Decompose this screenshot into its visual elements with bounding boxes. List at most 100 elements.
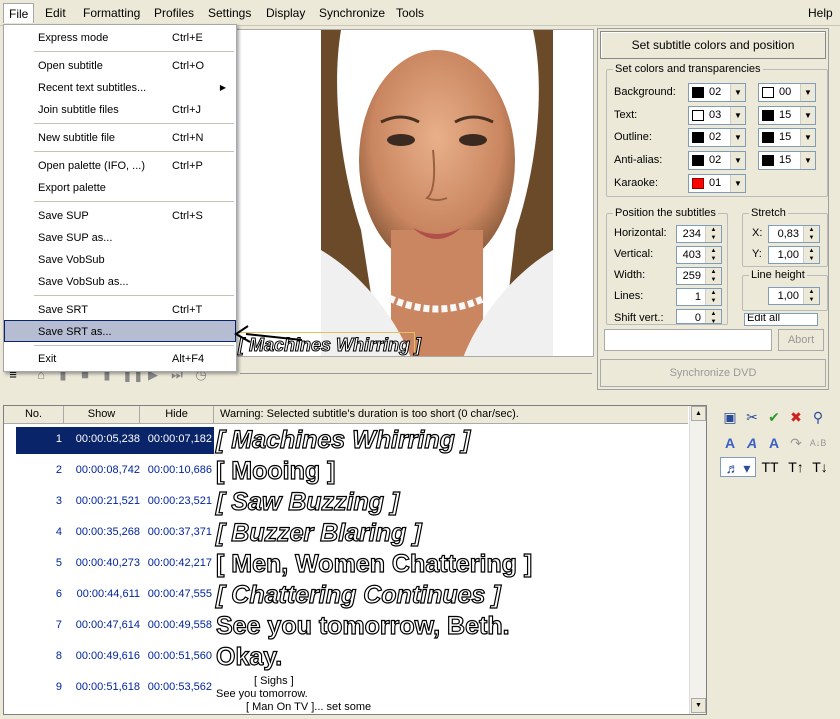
menu-save-sup-as[interactable]: Save SUP as... <box>4 227 236 249</box>
horizontal-spinner[interactable]: 234 ▲ ▼ <box>676 225 722 243</box>
text-transparency-combo[interactable]: 15 ▼ <box>758 106 816 125</box>
menu-item-label: Save SUP <box>38 210 89 222</box>
menu-open-subtitle[interactable]: Open subtitle Ctrl+O <box>4 55 236 77</box>
menu-formatting[interactable]: Formatting <box>78 3 145 23</box>
text-color-combo[interactable]: 03 ▼ <box>688 106 746 125</box>
menu-synchronize[interactable]: Synchronize <box>314 3 390 23</box>
stretch-x-spinner[interactable]: 0,83 ▲ ▼ <box>768 225 820 243</box>
search-icon[interactable]: ⚲ <box>808 407 828 427</box>
redo-icon[interactable]: ↷ <box>786 433 806 453</box>
text-style-a-icon[interactable]: A <box>720 433 740 453</box>
text-size-icon[interactable]: TT <box>760 457 780 477</box>
outline-transparency-combo[interactable]: 15 ▼ <box>758 128 816 147</box>
menu-open-palette[interactable]: Open palette (IFO, ...) Ctrl+P <box>4 155 236 177</box>
spinner-arrows-icon[interactable]: ▲ ▼ <box>803 247 819 263</box>
synchronize-dvd-button[interactable]: Synchronize DVD <box>600 359 826 387</box>
menu-export-palette[interactable]: Export palette <box>4 177 236 199</box>
row-text-line3: [ Man On TV ]... set some <box>246 701 372 713</box>
table-row[interactable]: 7 00:00:47,614 00:00:49,558 See you tomo… <box>4 611 688 642</box>
table-row[interactable]: 4 00:00:35,268 00:00:37,371 [ Buzzer Bla… <box>4 518 688 549</box>
delete-icon[interactable]: ✖ <box>786 407 806 427</box>
header-no[interactable]: No. <box>4 406 64 423</box>
menu-express-mode[interactable]: Express mode Ctrl+E <box>4 27 236 49</box>
menu-join-subtitle-files[interactable]: Join subtitle files Ctrl+J <box>4 99 236 121</box>
menu-save-srt-as[interactable]: Save SRT as... <box>4 320 236 342</box>
header-show[interactable]: Show <box>64 406 140 423</box>
menu-save-vobsub[interactable]: Save VobSub <box>4 249 236 271</box>
spinner-arrows-icon[interactable]: ▲ ▼ <box>705 226 721 242</box>
spinner-arrows-icon[interactable]: ▲ ▼ <box>803 226 819 242</box>
edit-all-combo[interactable]: Edit all <box>744 313 818 326</box>
antialias-color-combo[interactable]: 02 ▼ <box>688 151 746 170</box>
combo-value: 15 <box>779 109 792 121</box>
list-scrollbar[interactable]: ▲ ▼ <box>689 406 706 714</box>
menu-tools[interactable]: Tools <box>391 3 429 23</box>
menu-display[interactable]: Display <box>261 3 310 23</box>
row-hide-time: 00:00:51,560 <box>147 650 212 662</box>
table-row[interactable]: 9 00:00:51,618 00:00:53,562 [ Sighs ] Se… <box>4 673 688 714</box>
chevron-down-icon[interactable]: ▼ <box>730 152 745 169</box>
abort-button[interactable]: Abort <box>778 329 824 351</box>
chevron-down-icon[interactable]: ▼ <box>800 152 815 169</box>
menu-save-sup[interactable]: Save SUP Ctrl+S <box>4 205 236 227</box>
menu-profiles[interactable]: Profiles <box>149 3 199 23</box>
chevron-down-icon[interactable]: ▼ <box>730 84 745 101</box>
subtitle-list[interactable]: No. Show Hide Warning: Selected subtitle… <box>3 405 707 715</box>
chevron-down-icon[interactable]: ▼ <box>800 84 815 101</box>
menu-edit[interactable]: Edit <box>40 3 71 23</box>
header-hide[interactable]: Hide <box>140 406 214 423</box>
menu-new-subtitle-file[interactable]: New subtitle file Ctrl+N <box>4 127 236 149</box>
spinner-arrows-icon[interactable]: ▲ ▼ <box>803 288 819 304</box>
scroll-down-icon[interactable]: ▼ <box>691 698 706 713</box>
shift-vert-spinner[interactable]: 0 ▲ ▼ <box>676 309 722 325</box>
vertical-spinner[interactable]: 403 ▲ ▼ <box>676 246 722 264</box>
table-row[interactable]: 5 00:00:40,273 00:00:42,217 [ Men, Women… <box>4 549 688 580</box>
accept-icon[interactable]: ✔ <box>764 407 784 427</box>
outline-color-combo[interactable]: 02 ▼ <box>688 128 746 147</box>
scroll-up-icon[interactable]: ▲ <box>691 406 706 421</box>
row-number: 7 <box>55 619 62 631</box>
spinner-arrows-icon[interactable]: ▲ ▼ <box>705 289 721 305</box>
cut-icon[interactable]: ✂ <box>742 407 762 427</box>
background-color-combo[interactable]: 02 ▼ <box>688 83 746 102</box>
karaoke-color-combo[interactable]: 01 ▼ <box>688 174 746 193</box>
set-subtitle-colors-button[interactable]: Set subtitle colors and position <box>600 31 826 59</box>
background-transparency-combo[interactable]: 00 ▼ <box>758 83 816 102</box>
menu-save-srt[interactable]: Save SRT Ctrl+T <box>4 299 236 321</box>
menu-exit[interactable]: Exit Alt+F4 <box>4 348 236 370</box>
stretch-y-spinner[interactable]: 1,00 ▲ ▼ <box>768 246 820 264</box>
spinner-arrows-icon[interactable]: ▲ ▼ <box>705 310 721 325</box>
chevron-down-icon[interactable]: ▼ <box>730 175 745 192</box>
menu-help[interactable]: Help <box>803 3 838 23</box>
menu-settings[interactable]: Settings <box>203 3 256 23</box>
lines-spinner[interactable]: 1 ▲ ▼ <box>676 288 722 306</box>
timeline-slider[interactable] <box>240 362 592 374</box>
spinner-arrows-icon[interactable]: ▲ ▼ <box>705 247 721 263</box>
combo-value: 00 <box>779 86 792 98</box>
menu-separator <box>34 51 234 52</box>
save-icon[interactable]: ▣ <box>720 407 740 427</box>
chevron-down-icon[interactable]: ▼ <box>730 107 745 124</box>
table-row[interactable]: 3 00:00:21,521 00:00:23,521 [ Saw Buzzin… <box>4 487 688 518</box>
table-row[interactable]: 8 00:00:49,616 00:00:51,560 Okay. <box>4 642 688 673</box>
menu-item-shortcut: Ctrl+E <box>172 32 203 44</box>
menu-save-vobsub-as[interactable]: Save VobSub as... <box>4 271 236 293</box>
chevron-down-icon[interactable]: ▼ <box>800 107 815 124</box>
music-note-combo[interactable]: ♬ ▾ <box>720 457 756 477</box>
antialias-transparency-combo[interactable]: 15 ▼ <box>758 151 816 170</box>
text-up-icon[interactable]: T↑ <box>786 457 806 477</box>
width-spinner[interactable]: 259 ▲ ▼ <box>676 267 722 285</box>
spinner-arrows-icon[interactable]: ▲ ▼ <box>705 268 721 284</box>
menu-recent-text-subtitles[interactable]: Recent text subtitles... ▶ <box>4 77 236 99</box>
text-outline-a-icon[interactable]: A <box>764 433 784 453</box>
text-down-icon[interactable]: T↓ <box>810 457 830 477</box>
chevron-down-icon[interactable]: ▼ <box>730 129 745 146</box>
table-row[interactable]: 2 00:00:08,742 00:00:10,686 [ Mooing ] <box>4 456 688 487</box>
menu-file[interactable]: File <box>3 3 35 23</box>
table-row[interactable]: 6 00:00:44,611 00:00:47,555 [ Chattering… <box>4 580 688 611</box>
line-height-spinner[interactable]: 1,00 ▲ ▼ <box>768 287 820 305</box>
table-row[interactable]: 1 00:00:05,238 00:00:07,182 [ Machines W… <box>4 425 688 456</box>
chevron-down-icon[interactable]: ▼ <box>800 129 815 146</box>
text-italic-a-icon[interactable]: A <box>742 433 762 453</box>
ab-swap-icon[interactable]: A↓B <box>808 433 828 453</box>
